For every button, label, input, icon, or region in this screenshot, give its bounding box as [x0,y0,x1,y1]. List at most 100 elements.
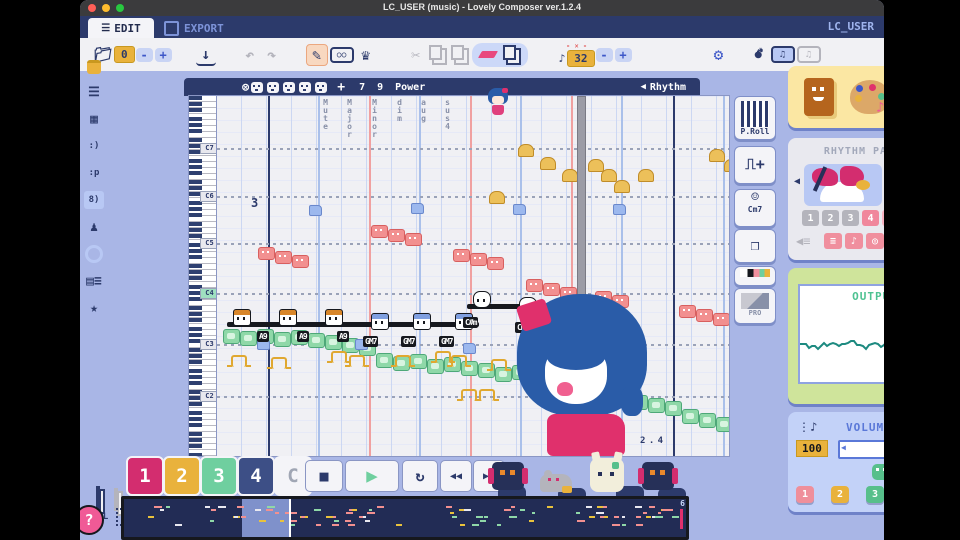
piano-keys[interactable]: C7 C6 C5 C4 C3 C2 [188,95,219,457]
loop-button[interactable]: ↻ [402,460,438,492]
melody-note-2[interactable] [648,398,665,413]
melody-note-2[interactable] [699,413,716,428]
bell-note[interactable] [518,144,534,157]
settings-gear-icon[interactable]: ⚙ [709,45,729,65]
chord-note-hat[interactable] [279,309,297,326]
chord-7-button[interactable]: 7 [359,82,365,93]
chord-column-sus4[interactable]: sus4 [443,98,452,130]
note-grid[interactable]: Mute Major Minor dim aug sus4 A9 A9 A9 GM7 GM7 GM7 C… [216,95,730,457]
melody-note[interactable] [679,305,696,318]
bomb-icon[interactable]: 💣︎ [749,45,769,65]
melody-note[interactable] [470,253,487,266]
rhythm-num-✕4[interactable]: ✕4 [882,210,884,226]
timeline-view-window[interactable] [242,499,289,537]
melody-note[interactable] [388,229,405,242]
melody-note-2[interactable] [240,331,257,346]
chord-note-ghost[interactable] [473,291,491,308]
chord-power-button[interactable]: Power [395,82,425,93]
melody-note-2[interactable] [223,329,240,344]
rhythm-pulse-note[interactable] [391,355,415,367]
melody-note-2[interactable] [665,401,682,416]
chord-face-icon-4[interactable] [299,81,312,93]
bell-note[interactable] [709,149,725,162]
list-detail-icon[interactable]: ▤≡ [84,272,104,290]
proll-view-button[interactable]: P.Roll [734,96,776,140]
rhythm-tool-1[interactable]: ♪ [845,233,863,249]
redo-icon[interactable]: ↷ [262,45,282,65]
play-button[interactable]: ▶ [345,460,399,492]
tool-panel[interactable]: ♪ TOOL [788,66,884,128]
volume-slider[interactable]: ◀ ▶ [838,440,884,459]
bell-note[interactable] [489,191,505,204]
tongue-face-icon[interactable]: :p [84,164,104,182]
melody-note[interactable] [526,279,543,292]
volume-channel-1[interactable]: 1 [796,486,814,503]
add-chord-icon[interactable]: + [337,80,345,95]
rhythm-pulse-note[interactable] [475,389,499,401]
palette-strip-button[interactable] [734,266,776,286]
undo-icon[interactable]: ↶ [240,45,260,65]
wave-add-button[interactable]: ⎍+ [734,146,776,184]
smile-face-icon[interactable]: :) [84,137,104,155]
song-folder-icon[interactable]: ♫ [796,46,821,63]
tab-edit[interactable]: ☰ EDIT [88,18,154,38]
grid-minus-button[interactable]: - [595,47,613,62]
page-plus-button[interactable]: + [154,47,172,62]
ring-icon[interactable] [85,245,103,263]
rhythm-header-label[interactable]: Rhythm [650,82,686,93]
bell-note[interactable] [601,169,617,182]
melody-note[interactable] [453,249,470,262]
rhythm-pulse-note[interactable] [487,359,511,371]
star-list-icon[interactable]: ★ [84,299,104,317]
page-minus-button[interactable]: - [135,47,153,62]
rhythm-num-4[interactable]: 4 [862,210,879,226]
chord-face-icon-5[interactable] [315,81,328,93]
drop-note[interactable] [613,204,626,215]
bell-note[interactable] [638,169,654,182]
melody-note[interactable] [258,247,275,260]
channel-tab-3[interactable]: 3 [200,456,238,496]
book-icon[interactable] [804,78,834,116]
melody-note[interactable] [696,309,713,322]
chord-column-major[interactable]: Major [345,98,354,138]
melody-note[interactable] [292,255,309,268]
chord-column-mute[interactable]: Mute [321,98,330,130]
chord-column-aug[interactable]: aug [419,98,428,122]
bell-note[interactable] [588,159,604,172]
chord-mode-button[interactable]: ☺ Cm7 [734,189,776,227]
timeline-minimap[interactable]: 6 [121,496,689,540]
channel-tab-2[interactable]: 2 [163,456,201,496]
melody-note[interactable] [405,233,422,246]
help-button[interactable]: ? [80,505,104,535]
clear-chord-icon[interactable]: ⊗ [242,80,249,94]
bell-note[interactable] [724,159,729,172]
chord-note-hat[interactable] [325,309,343,326]
copy-icon[interactable] [428,45,448,65]
rhythm-pulse-note[interactable] [447,355,471,367]
chord-9-button[interactable]: 9 [377,82,383,93]
rhythm-tool-2[interactable]: ◎ [866,233,884,249]
hat-person-icon[interactable]: ♟ [84,218,104,236]
rhythm-num-2[interactable]: 2 [822,210,839,226]
chord-note-hood[interactable] [413,313,431,330]
rhythm-pulse-note[interactable] [227,355,251,367]
stop-button[interactable]: ■ [305,460,343,492]
rhythm-pulse-note[interactable] [431,351,455,363]
melody-note-2[interactable] [682,409,699,424]
pro-button[interactable]: PRO [734,288,776,324]
melody-note[interactable] [713,313,729,326]
rhythm-pulse-note[interactable] [327,351,351,363]
rhythm-collapse-icon[interactable]: ◀ [640,82,645,92]
rhythm-pulse-note[interactable] [345,355,369,367]
piano-view-icon[interactable]: ▦ [84,110,104,128]
bell-note[interactable] [614,180,630,193]
bell-note[interactable] [540,157,556,170]
melody-note[interactable] [275,251,292,264]
drop-note[interactable] [411,203,424,214]
slider-left-arrow-icon[interactable]: ◀ [841,443,846,452]
tab-export[interactable]: EXPORT [164,18,254,38]
channel-tab-4[interactable]: 4 [237,456,275,496]
channel-tab-1[interactable]: 1 [126,456,164,496]
palette-icon[interactable]: ♪ [850,80,884,116]
song-pages-icon[interactable]: ♫ [770,46,795,63]
